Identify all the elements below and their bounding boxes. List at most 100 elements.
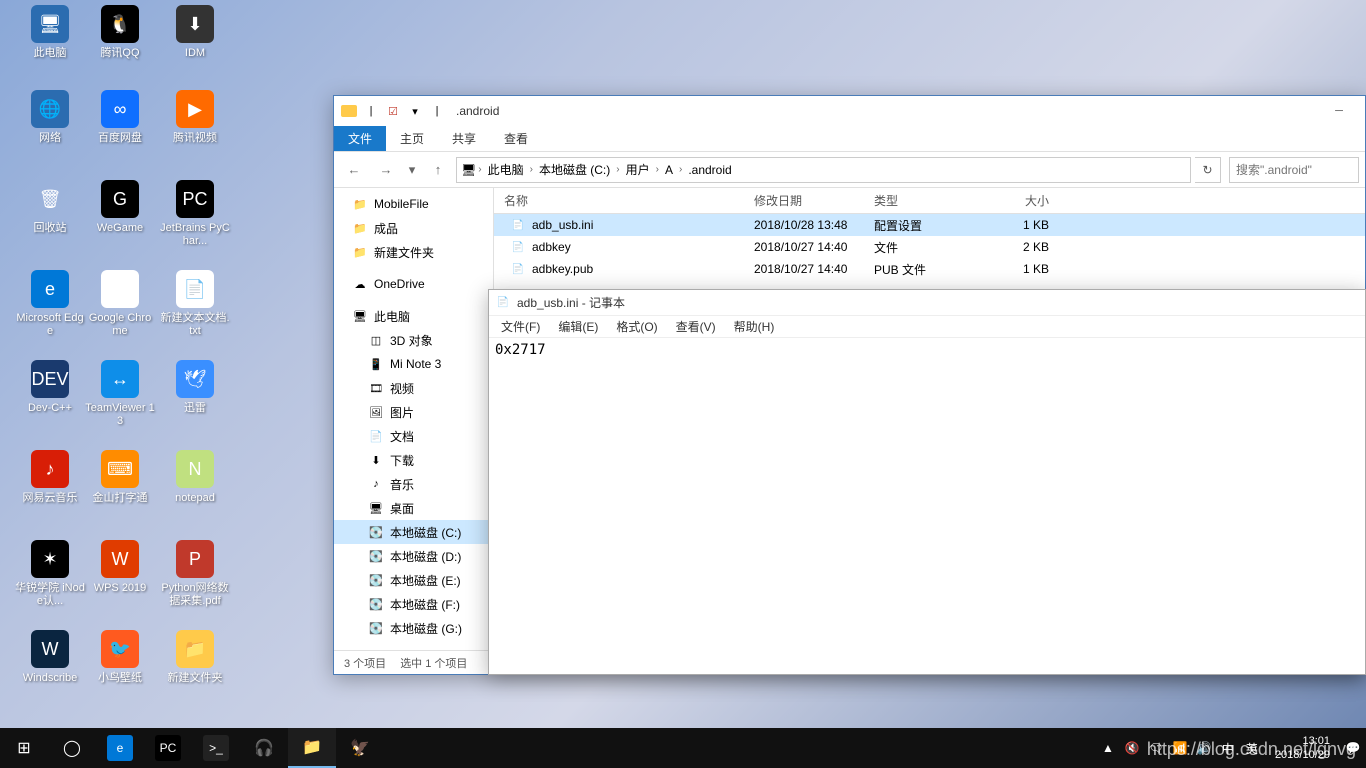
sidebar-item[interactable]: 💽本地磁盘 (D:): [334, 544, 493, 568]
ribbon-tab[interactable]: 共享: [438, 126, 490, 151]
breadcrumb-item[interactable]: 此电脑: [484, 159, 528, 180]
breadcrumb-item[interactable]: 本地磁盘 (C:): [535, 159, 614, 180]
menu-item[interactable]: 帮助(H): [726, 316, 783, 337]
menu-item[interactable]: 查看(V): [668, 316, 724, 337]
taskbar-item-cortana[interactable]: ◯: [48, 728, 96, 768]
taskbar-clock[interactable]: 13:01 2018/10/29: [1267, 734, 1338, 762]
desktop-icon[interactable]: ♪网易云音乐: [15, 450, 85, 505]
minimize-button[interactable]: ─: [1319, 99, 1359, 123]
col-type[interactable]: 类型: [874, 192, 984, 209]
sidebar-label: 成品: [374, 220, 398, 237]
taskbar-item-music[interactable]: 🎧: [240, 728, 288, 768]
nav-up-button[interactable]: ↑: [424, 156, 452, 184]
sidebar-item[interactable]: 💽本地磁盘 (C:): [334, 520, 493, 544]
taskbar-item-start[interactable]: ⊞: [0, 728, 48, 768]
file-row[interactable]: 📄adbkey2018/10/27 14:40文件2 KB: [494, 236, 1365, 258]
desktop-icon[interactable]: 🕊迅雷: [160, 360, 230, 415]
desktop-icon[interactable]: 📄新建文本文档.txt: [160, 270, 230, 338]
col-size[interactable]: 大小: [984, 192, 1059, 209]
desktop-icon[interactable]: 🗑回收站: [15, 180, 85, 235]
tray-icon[interactable]: 英: [1243, 739, 1261, 757]
taskbar-item-terminal[interactable]: >_: [192, 728, 240, 768]
sidebar-item[interactable]: 💽本地磁盘 (G:): [334, 616, 493, 640]
menu-item[interactable]: 格式(O): [608, 316, 665, 337]
taskbar-item-edge[interactable]: e: [96, 728, 144, 768]
sidebar-item[interactable]: 📄文档: [334, 424, 493, 448]
file-row[interactable]: 📄adbkey.pub2018/10/27 14:40PUB 文件1 KB: [494, 258, 1365, 280]
desktop-icon[interactable]: DEVDev-C++: [15, 360, 85, 415]
sidebar-label: 3D 对象: [390, 332, 433, 349]
sidebar-item[interactable]: 📁MobileFile: [334, 192, 493, 216]
notepad-titlebar[interactable]: 📄 adb_usb.ini - 记事本: [489, 290, 1365, 316]
qat-properties-icon[interactable]: ☑: [384, 102, 402, 120]
sidebar-item[interactable]: ☁OneDrive: [334, 272, 493, 296]
sidebar-item[interactable]: 📁成品: [334, 216, 493, 240]
sidebar-item[interactable]: 🎞视频: [334, 376, 493, 400]
desktop-icon[interactable]: PCJetBrains PyChar...: [160, 180, 230, 248]
desktop-icon[interactable]: ⬇IDM: [160, 5, 230, 60]
desktop-icon[interactable]: GWeGame: [85, 180, 155, 235]
sidebar-item[interactable]: 💽本地磁盘 (E:): [334, 568, 493, 592]
ribbon-tab[interactable]: 主页: [386, 126, 438, 151]
sidebar-item[interactable]: 🖼图片: [334, 400, 493, 424]
breadcrumb-item[interactable]: A: [661, 161, 677, 179]
desktop-icon[interactable]: eMicrosoft Edge: [15, 270, 85, 338]
tray-icon[interactable]: 🔊: [1195, 739, 1213, 757]
taskbar-item-pycharm[interactable]: PC: [144, 728, 192, 768]
desktop-icon[interactable]: ⌨金山打字通: [85, 450, 155, 505]
ribbon-tab[interactable]: 查看: [490, 126, 542, 151]
sidebar-item[interactable]: 🖥桌面: [334, 496, 493, 520]
desktop-icon[interactable]: 🖥此电脑: [15, 5, 85, 60]
desktop-icon[interactable]: WWPS 2019: [85, 540, 155, 595]
menu-item[interactable]: 编辑(E): [550, 316, 606, 337]
icon-label: notepad: [160, 492, 230, 505]
explorer-titlebar[interactable]: | ☑ ▾ | .android ─: [334, 96, 1365, 126]
menu-item[interactable]: 文件(F): [493, 316, 548, 337]
desktop-icon[interactable]: 📁新建文件夹: [160, 630, 230, 685]
desktop-icon[interactable]: ✶华锐学院 iNode认...: [15, 540, 85, 608]
qat-dropdown-icon[interactable]: ▾: [406, 102, 424, 120]
desktop-icon[interactable]: Nnotepad: [160, 450, 230, 505]
sidebar-item[interactable]: ⬇下载: [334, 448, 493, 472]
breadcrumb-item[interactable]: 用户: [622, 159, 654, 180]
nav-forward-button[interactable]: →: [372, 156, 400, 184]
nav-back-button[interactable]: ←: [340, 156, 368, 184]
file-row[interactable]: 📄adb_usb.ini2018/10/28 13:48配置设置1 KB: [494, 214, 1365, 236]
col-name[interactable]: 名称: [494, 192, 754, 209]
notepad-content[interactable]: 0x2717: [489, 338, 1365, 362]
sidebar-item[interactable]: 📱Mi Note 3: [334, 352, 493, 376]
taskbar-item-explorer[interactable]: 📁: [288, 728, 336, 768]
sidebar-item[interactable]: ◫3D 对象: [334, 328, 493, 352]
refresh-button[interactable]: ↻: [1195, 157, 1221, 183]
window-title: .android: [456, 104, 499, 118]
taskbar-item-eagle[interactable]: 🦅: [336, 728, 384, 768]
tray-icon[interactable]: ▲: [1099, 739, 1117, 757]
desktop-icon[interactable]: ◉Google Chrome: [85, 270, 155, 338]
tray-icon[interactable]: 🔇: [1123, 739, 1141, 757]
col-date[interactable]: 修改日期: [754, 192, 874, 209]
icon-label: 小鸟壁纸: [85, 672, 155, 685]
search-input[interactable]: [1229, 157, 1359, 183]
desktop-icon[interactable]: PPython网络数据采集.pdf: [160, 540, 230, 608]
sidebar-item[interactable]: 🖥此电脑: [334, 304, 493, 328]
desktop-icon[interactable]: 🌐网络: [15, 90, 85, 145]
sidebar-item[interactable]: 💽本地磁盘 (F:): [334, 592, 493, 616]
sidebar-item[interactable]: ♪音乐: [334, 472, 493, 496]
tray-icon[interactable]: 📶: [1171, 739, 1189, 757]
desktop-icon[interactable]: ▶腾讯视频: [160, 90, 230, 145]
tray-icon[interactable]: 中: [1219, 739, 1237, 757]
ribbon-tab[interactable]: 文件: [334, 126, 386, 151]
desktop-icon[interactable]: ↔TeamViewer 13: [85, 360, 155, 428]
desktop-icon[interactable]: 🐦小鸟壁纸: [85, 630, 155, 685]
notifications-icon[interactable]: 💬: [1344, 739, 1362, 757]
breadcrumb[interactable]: 🖥 › 此电脑›本地磁盘 (C:)›用户›A›.android: [456, 157, 1191, 183]
breadcrumb-item[interactable]: .android: [684, 161, 735, 179]
desktop-icon[interactable]: 🐧腾讯QQ: [85, 5, 155, 60]
icon-label: Microsoft Edge: [15, 312, 85, 338]
app-icon: 🌐: [31, 90, 69, 128]
desktop-icon[interactable]: ∞百度网盘: [85, 90, 155, 145]
desktop-icon[interactable]: WWindscribe: [15, 630, 85, 685]
sidebar-item[interactable]: 📁新建文件夹: [334, 240, 493, 264]
nav-dropdown-button[interactable]: ▾: [404, 156, 420, 184]
tray-icon[interactable]: 🗨: [1147, 739, 1165, 757]
